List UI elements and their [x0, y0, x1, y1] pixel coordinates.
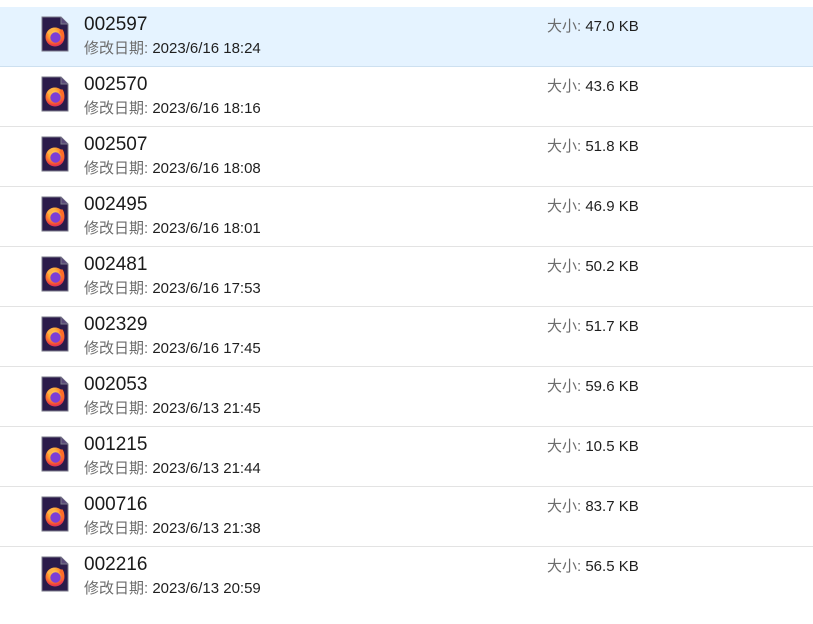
- file-size: 大小: 51.8 KB: [547, 138, 639, 156]
- file-size: 大小: 47.0 KB: [547, 18, 639, 36]
- size-label: 大小:: [547, 258, 582, 275]
- file-modified: 修改日期: 2023/6/13 21:38: [84, 520, 261, 538]
- modified-value: 2023/6/16 18:08: [152, 160, 261, 177]
- firefox-html-file-icon: [40, 16, 70, 52]
- modified-label: 修改日期:: [84, 340, 149, 357]
- modified-value: 2023/6/13 21:38: [152, 520, 261, 537]
- size-value: 10.5 KB: [585, 438, 639, 455]
- file-name: 002053: [84, 374, 148, 395]
- modified-label: 修改日期:: [84, 220, 149, 237]
- file-size: 大小: 46.9 KB: [547, 198, 639, 216]
- file-modified: 修改日期: 2023/6/16 18:24: [84, 40, 261, 58]
- size-label: 大小:: [547, 138, 582, 155]
- file-name: 002216: [84, 554, 148, 575]
- size-label: 大小:: [547, 18, 582, 35]
- firefox-html-file-icon: [40, 496, 70, 532]
- file-size: 大小: 51.7 KB: [547, 318, 639, 336]
- size-value: 50.2 KB: [585, 258, 639, 275]
- modified-value: 2023/6/16 17:53: [152, 280, 261, 297]
- firefox-html-file-icon: [40, 436, 70, 472]
- file-row[interactable]: 002216 修改日期: 2023/6/13 20:59 大小: 56.5 KB: [0, 547, 813, 607]
- file-size: 大小: 43.6 KB: [547, 78, 639, 96]
- file-modified: 修改日期: 2023/6/16 18:16: [84, 100, 261, 118]
- file-size: 大小: 10.5 KB: [547, 438, 639, 456]
- modified-label: 修改日期:: [84, 460, 149, 477]
- file-name: 002570: [84, 74, 148, 95]
- modified-label: 修改日期:: [84, 520, 149, 537]
- file-size: 大小: 56.5 KB: [547, 558, 639, 576]
- firefox-html-file-icon: [40, 256, 70, 292]
- modified-value: 2023/6/13 21:44: [152, 460, 261, 477]
- size-value: 47.0 KB: [585, 18, 639, 35]
- modified-label: 修改日期:: [84, 400, 149, 417]
- firefox-html-file-icon: [40, 316, 70, 352]
- size-value: 83.7 KB: [585, 498, 639, 515]
- file-row[interactable]: 001215 修改日期: 2023/6/13 21:44 大小: 10.5 KB: [0, 427, 813, 487]
- firefox-html-file-icon: [40, 556, 70, 592]
- file-name: 001215: [84, 434, 148, 455]
- size-label: 大小:: [547, 198, 582, 215]
- file-size: 大小: 50.2 KB: [547, 258, 639, 276]
- modified-value: 2023/6/16 18:24: [152, 40, 261, 57]
- size-value: 51.8 KB: [585, 138, 639, 155]
- file-row[interactable]: 002053 修改日期: 2023/6/13 21:45 大小: 59.6 KB: [0, 367, 813, 427]
- file-modified: 修改日期: 2023/6/16 17:45: [84, 340, 261, 358]
- modified-value: 2023/6/16 18:01: [152, 220, 261, 237]
- firefox-html-file-icon: [40, 136, 70, 172]
- size-value: 51.7 KB: [585, 318, 639, 335]
- size-label: 大小:: [547, 438, 582, 455]
- size-label: 大小:: [547, 318, 582, 335]
- file-row[interactable]: 002495 修改日期: 2023/6/16 18:01 大小: 46.9 KB: [0, 187, 813, 247]
- firefox-html-file-icon: [40, 196, 70, 232]
- file-modified: 修改日期: 2023/6/13 21:44: [84, 460, 261, 478]
- file-name: 002329: [84, 314, 148, 335]
- firefox-html-file-icon: [40, 76, 70, 112]
- size-label: 大小:: [547, 378, 582, 395]
- size-label: 大小:: [547, 498, 582, 515]
- modified-label: 修改日期:: [84, 580, 149, 597]
- size-value: 56.5 KB: [585, 558, 639, 575]
- file-modified: 修改日期: 2023/6/16 18:08: [84, 160, 261, 178]
- file-row[interactable]: 002507 修改日期: 2023/6/16 18:08 大小: 51.8 KB: [0, 127, 813, 187]
- modified-value: 2023/6/13 20:59: [152, 580, 261, 597]
- file-row[interactable]: 002329 修改日期: 2023/6/16 17:45 大小: 51.7 KB: [0, 307, 813, 367]
- file-name: 002481: [84, 254, 148, 275]
- file-size: 大小: 59.6 KB: [547, 378, 639, 396]
- modified-label: 修改日期:: [84, 160, 149, 177]
- file-modified: 修改日期: 2023/6/16 18:01: [84, 220, 261, 238]
- file-row[interactable]: 002597 修改日期: 2023/6/16 18:24 大小: 47.0 KB: [0, 7, 813, 67]
- file-row[interactable]: 002481 修改日期: 2023/6/16 17:53 大小: 50.2 KB: [0, 247, 813, 307]
- size-label: 大小:: [547, 558, 582, 575]
- file-modified: 修改日期: 2023/6/13 20:59: [84, 580, 261, 598]
- modified-value: 2023/6/16 18:16: [152, 100, 261, 117]
- firefox-html-file-icon: [40, 376, 70, 412]
- file-name: 002495: [84, 194, 148, 215]
- modified-value: 2023/6/13 21:45: [152, 400, 261, 417]
- file-name: 000716: [84, 494, 148, 515]
- modified-label: 修改日期:: [84, 100, 149, 117]
- file-modified: 修改日期: 2023/6/13 21:45: [84, 400, 261, 418]
- file-row[interactable]: 002570 修改日期: 2023/6/16 18:16 大小: 43.6 KB: [0, 67, 813, 127]
- file-name: 002597: [84, 14, 148, 35]
- modified-label: 修改日期:: [84, 280, 149, 297]
- modified-value: 2023/6/16 17:45: [152, 340, 261, 357]
- size-label: 大小:: [547, 78, 582, 95]
- size-value: 59.6 KB: [585, 378, 639, 395]
- size-value: 43.6 KB: [585, 78, 639, 95]
- file-size: 大小: 83.7 KB: [547, 498, 639, 516]
- file-name: 002507: [84, 134, 148, 155]
- file-modified: 修改日期: 2023/6/16 17:53: [84, 280, 261, 298]
- modified-label: 修改日期:: [84, 40, 149, 57]
- size-value: 46.9 KB: [585, 198, 639, 215]
- file-list: 002597 修改日期: 2023/6/16 18:24 大小: 47.0 KB…: [0, 7, 813, 607]
- file-row[interactable]: 000716 修改日期: 2023/6/13 21:38 大小: 83.7 KB: [0, 487, 813, 547]
